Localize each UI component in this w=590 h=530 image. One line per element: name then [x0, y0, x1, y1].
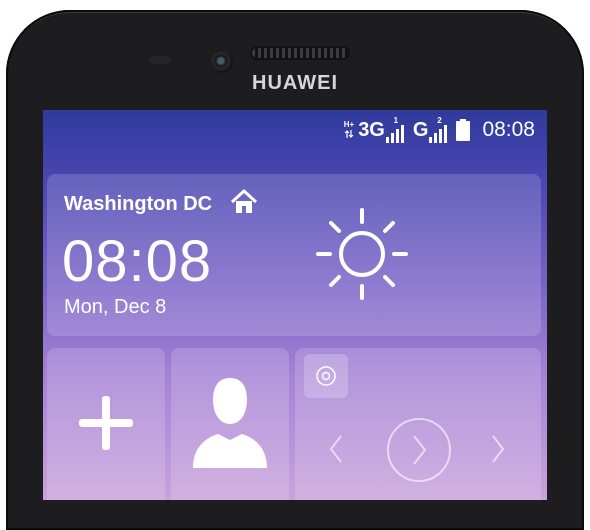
plus-icon	[79, 396, 133, 450]
home-screen: H+ 3G 1 G 2 08:08 Washington DC 08:08 Mo…	[43, 110, 547, 500]
signal-icon	[385, 125, 404, 143]
sun-icon	[316, 208, 408, 300]
widget-date: Mon, Dec 8	[64, 296, 167, 318]
sim1-signal: 1	[385, 117, 407, 143]
data-arrows-icon	[344, 130, 354, 138]
weather-clock-widget[interactable]: Washington DC 08:08 Mon, Dec 8	[47, 174, 541, 336]
home-icon	[230, 189, 258, 213]
disc-icon	[316, 366, 336, 386]
music-widget[interactable]	[295, 348, 541, 500]
earpiece-speaker	[252, 48, 348, 58]
brand-logo: HUAWEI	[252, 72, 338, 94]
status-time: 08:08	[482, 118, 535, 141]
sim2-signal: 2	[428, 117, 450, 143]
add-tile[interactable]	[47, 348, 165, 500]
sim2-label: 2	[437, 116, 442, 125]
network-type-label: H+	[343, 120, 355, 129]
front-camera	[211, 51, 233, 73]
album-art-button[interactable]	[304, 354, 348, 398]
signal-icon	[429, 125, 448, 143]
sim2-network-type: G	[412, 118, 429, 141]
status-bar: H+ 3G 1 G 2 08:08	[344, 116, 535, 144]
contacts-tile[interactable]	[171, 348, 289, 500]
proximity-sensor	[149, 55, 171, 65]
contact-icon	[193, 378, 267, 468]
weather-city: Washington DC	[64, 193, 213, 215]
next-icon[interactable]	[491, 434, 505, 464]
prev-icon[interactable]	[329, 434, 343, 464]
sim1-network-type: 3G	[358, 118, 385, 141]
widget-clock: 08:08	[62, 229, 213, 294]
data-indicator: H+	[344, 121, 354, 139]
sim1-label: 1	[393, 116, 399, 125]
battery-icon	[456, 119, 471, 141]
play-icon[interactable]	[385, 416, 453, 484]
